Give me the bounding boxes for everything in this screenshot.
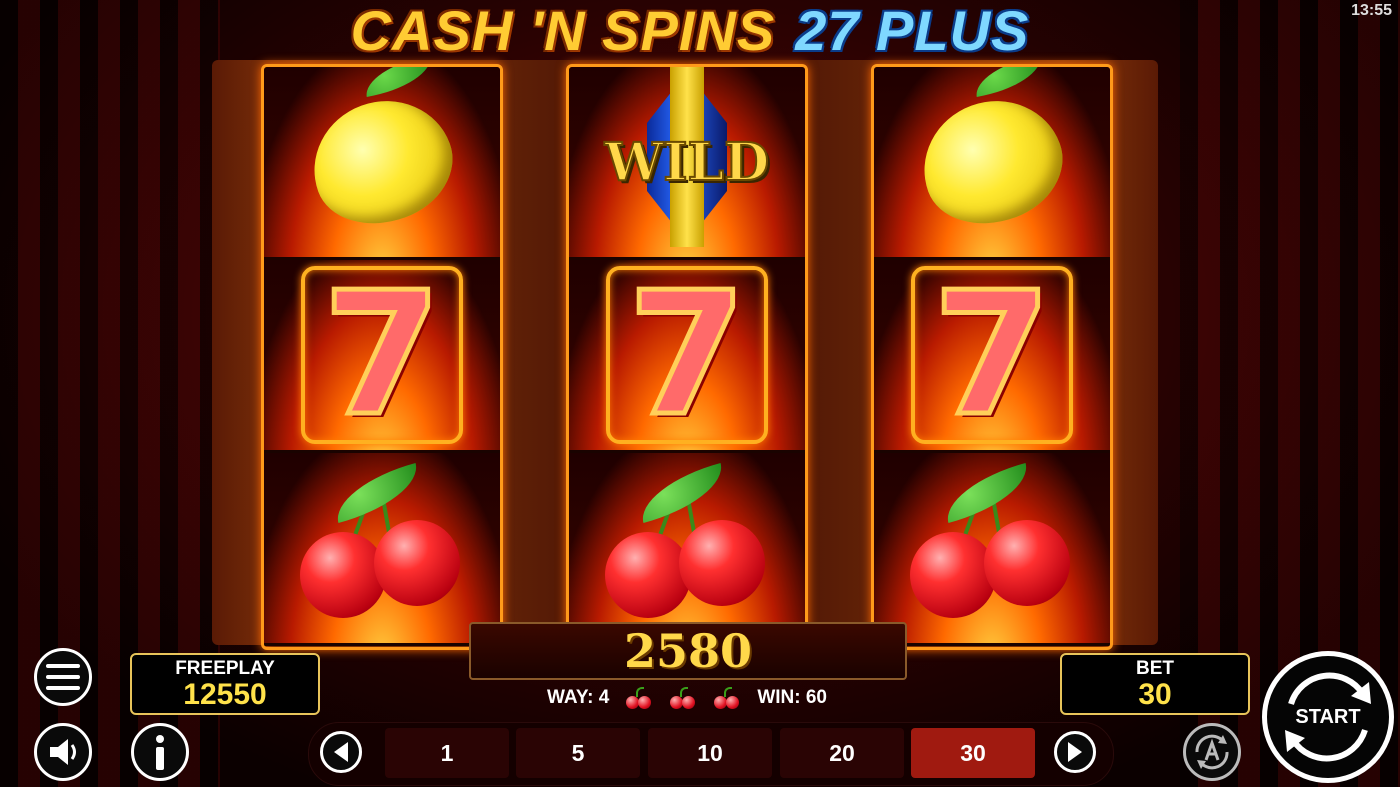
cherry-icon (292, 463, 472, 628)
cherry-icon (669, 687, 697, 709)
way-label: WAY: 4 (547, 687, 610, 708)
reel-cell (264, 67, 500, 260)
cherry-icon (713, 687, 741, 709)
game-title-sub: 27 PLUS (795, 0, 1030, 62)
cherry-icon (625, 687, 653, 709)
reel-cell (874, 453, 1110, 646)
seven-icon: 7 (910, 266, 1074, 444)
bet-next-button[interactable] (1054, 731, 1096, 773)
bet-label: BET (1136, 657, 1174, 679)
bet-display: BET 30 (1060, 653, 1250, 715)
win-amount: 2580 (623, 624, 753, 678)
freeplay-balance: FREEPLAY 12550 (130, 653, 320, 715)
reel-cell: 7 (569, 260, 805, 453)
game-title-main: CASH 'N SPINS (350, 0, 776, 62)
wild-label: WILD (604, 131, 770, 194)
start-label: START (1295, 705, 1361, 728)
game-title: CASH 'N SPINS 27 PLUS (320, 0, 1060, 62)
cherry-icon (902, 463, 1082, 628)
clock: 13:55 (1351, 2, 1392, 19)
reel-cell: WILD (569, 67, 805, 260)
speaker-icon (50, 739, 76, 765)
autoplay-button[interactable] (1183, 723, 1241, 781)
reel-cell (264, 453, 500, 646)
cherry-icon (597, 463, 777, 628)
freeplay-value: 12550 (183, 677, 267, 711)
win-line-info: WAY: 4 WIN: 60 (470, 684, 904, 712)
win-label: WIN: 60 (757, 687, 827, 708)
info-button[interactable] (131, 723, 189, 781)
bet-option-30[interactable]: 30 (911, 728, 1035, 778)
bet-option-1[interactable]: 1 (385, 728, 509, 778)
seven-icon: 7 (300, 266, 464, 444)
chevron-left-icon (334, 742, 348, 762)
reel-cell (569, 453, 805, 646)
menu-button[interactable] (34, 648, 92, 706)
freeplay-label: FREEPLAY (175, 657, 275, 679)
sound-button[interactable] (34, 723, 92, 781)
bet-option-5[interactable]: 5 (516, 728, 640, 778)
bet-prev-button[interactable] (320, 731, 362, 773)
bet-value: 30 (1138, 677, 1172, 711)
start-button[interactable]: START (1262, 651, 1394, 783)
win-display: 2580 (469, 622, 907, 680)
info-icon (156, 735, 164, 770)
reel-3: 7 (871, 64, 1113, 650)
seven-icon: 7 (605, 266, 769, 444)
chevron-right-icon (1068, 742, 1082, 762)
autoplay-icon (1195, 734, 1229, 770)
reel-cell (874, 67, 1110, 260)
hamburger-menu-icon (46, 664, 80, 690)
reel-1: 7 (261, 64, 503, 650)
lemon-icon (295, 67, 469, 243)
reel-2: WILD 7 (566, 64, 808, 650)
bet-option-20[interactable]: 20 (780, 728, 904, 778)
bet-option-10[interactable]: 10 (648, 728, 772, 778)
lemon-icon (905, 67, 1079, 243)
reel-cell: 7 (874, 260, 1110, 453)
wild-icon: WILD (587, 67, 787, 252)
reel-cell: 7 (264, 260, 500, 453)
